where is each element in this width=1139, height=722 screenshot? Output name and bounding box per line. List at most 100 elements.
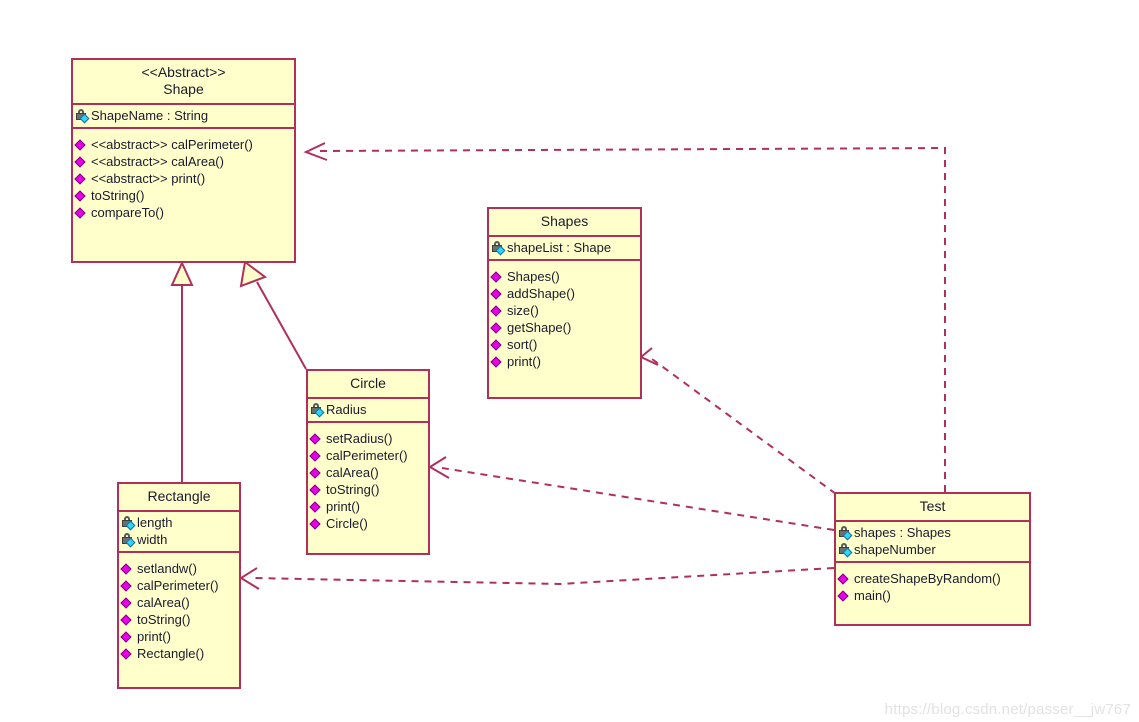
operation-label: Shapes() (507, 269, 560, 284)
class-attribute-row: shapes : Shapes (838, 524, 1027, 541)
class-operation-row: main() (837, 587, 1027, 604)
class-operations-compartment: createShapeByRandom() main() (836, 561, 1029, 609)
operation-label: Circle() (326, 516, 368, 531)
class-operation-row: Rectangle() (120, 645, 237, 662)
class-operation-row: print() (309, 498, 426, 515)
class-operation-row: calArea() (120, 594, 237, 611)
class-operations-compartment: Shapes() addShape() size() getShape() sort()… (489, 259, 640, 375)
attribute-label: shapeList : Shape (507, 240, 612, 255)
class-operation-row: calPerimeter() (309, 447, 426, 464)
public-operation-icon (490, 304, 506, 318)
operation-label: calPerimeter() (326, 448, 408, 463)
dependency-test-to-circle (428, 456, 835, 531)
class-operation-row: toString() (74, 187, 292, 204)
operation-label: print() (326, 499, 360, 514)
private-attribute-icon (121, 515, 136, 530)
class-operation-row: addShape() (490, 285, 638, 302)
class-operations-compartment: setlandw() calPerimeter() calArea() toStrin… (119, 551, 239, 667)
class-attribute-row: width (121, 531, 237, 548)
class-operation-row: toString() (309, 481, 426, 498)
class-attribute-row: shapeNumber (838, 541, 1027, 558)
operation-label: size() (507, 303, 539, 318)
class-operation-row: sort() (490, 336, 638, 353)
class-name: Shape (163, 81, 204, 97)
class-box-circle[interactable]: Circle Radius setRadius() calPerimeter() cal… (306, 369, 430, 555)
watermark-text: https://blog.csdn.net/passer__jw767 (884, 701, 1131, 718)
operation-label: createShapeByRandom() (854, 571, 1001, 586)
attribute-label: shapes : Shapes (854, 525, 951, 540)
class-box-shapes[interactable]: Shapes shapeList : Shape Shapes() addShape(… (487, 207, 642, 399)
public-operation-icon (74, 172, 90, 186)
class-box-test[interactable]: Test shapes : Shapes shapeNumber createShap… (834, 492, 1031, 626)
class-attributes-compartment: ShapeName : String (73, 103, 294, 127)
class-box-rectangle[interactable]: Rectangle length width setlandw() calPerimet… (117, 482, 241, 689)
class-operation-row: Shapes() (490, 268, 638, 285)
class-attribute-row: Radius (310, 401, 426, 418)
private-attribute-icon (491, 240, 506, 255)
public-operation-icon (490, 287, 506, 301)
class-operation-row: getShape() (490, 319, 638, 336)
operation-label: <<abstract>> calArea() (91, 154, 224, 169)
private-attribute-icon (121, 532, 136, 547)
class-name: Shapes (540, 213, 589, 229)
operation-label: Rectangle() (137, 646, 205, 661)
operation-label: <<abstract>> print() (91, 171, 206, 186)
private-attribute-icon (75, 108, 90, 123)
private-attribute-icon (310, 402, 325, 417)
attribute-label: shapeNumber (854, 542, 936, 557)
public-operation-icon (490, 270, 506, 284)
class-operation-row: setRadius() (309, 430, 426, 447)
class-stereotype: <<Abstract>> (141, 64, 226, 80)
class-operations-compartment: setRadius() calPerimeter() calArea() toStri… (308, 421, 428, 537)
operation-label: toString() (326, 482, 380, 497)
operation-label: <<abstract>> calPerimeter() (91, 137, 253, 152)
class-name-compartment: Shapes (489, 209, 640, 235)
class-name-compartment: Test (836, 494, 1029, 520)
operation-label: getShape() (507, 320, 572, 335)
public-operation-icon (120, 613, 136, 627)
class-name-compartment: Rectangle (119, 484, 239, 510)
class-operation-row: print() (120, 628, 237, 645)
class-operation-row: toString() (120, 611, 237, 628)
operation-label: toString() (137, 612, 191, 627)
operation-label: print() (137, 629, 171, 644)
operation-label: setlandw() (137, 561, 197, 576)
class-operation-row: print() (490, 353, 638, 370)
public-operation-icon (120, 596, 136, 610)
generalization-rectangle-to-shape (170, 260, 194, 482)
operation-label: print() (507, 354, 541, 369)
public-operation-icon (309, 483, 325, 497)
class-attribute-row: length (121, 514, 237, 531)
class-operation-row: Circle() (309, 515, 426, 532)
class-operation-row: <<abstract>> print() (74, 170, 292, 187)
public-operation-icon (490, 321, 506, 335)
public-operation-icon (120, 562, 136, 576)
operation-label: sort() (507, 337, 538, 352)
public-operation-icon (309, 500, 325, 514)
operation-label: toString() (91, 188, 145, 203)
public-operation-icon (74, 189, 90, 203)
public-operation-icon (74, 206, 90, 220)
class-operation-row: <<abstract>> calArea() (74, 153, 292, 170)
dependency-test-to-shapes (639, 347, 837, 495)
operation-label: addShape() (507, 286, 575, 301)
class-attributes-compartment: shapeList : Shape (489, 235, 640, 259)
public-operation-icon (120, 647, 136, 661)
private-attribute-icon (838, 542, 853, 557)
public-operation-icon (837, 572, 853, 586)
attribute-label: ShapeName : String (91, 108, 209, 123)
generalization-circle-to-shape (239, 260, 307, 370)
class-name: Circle (350, 375, 386, 391)
class-box-shape[interactable]: <<Abstract>> Shape ShapeName : String <<abs… (71, 58, 296, 263)
dependency-test-to-rectangle (239, 567, 835, 590)
operation-label: setRadius() (326, 431, 393, 446)
operation-label: calArea() (137, 595, 190, 610)
class-name: Rectangle (147, 488, 211, 504)
operation-label: compareTo() (91, 205, 164, 220)
class-name-compartment: Circle (308, 371, 428, 397)
class-operation-row: size() (490, 302, 638, 319)
attribute-label: length (137, 515, 173, 530)
operation-label: main() (854, 588, 891, 603)
public-operation-icon (120, 579, 136, 593)
public-operation-icon (309, 432, 325, 446)
